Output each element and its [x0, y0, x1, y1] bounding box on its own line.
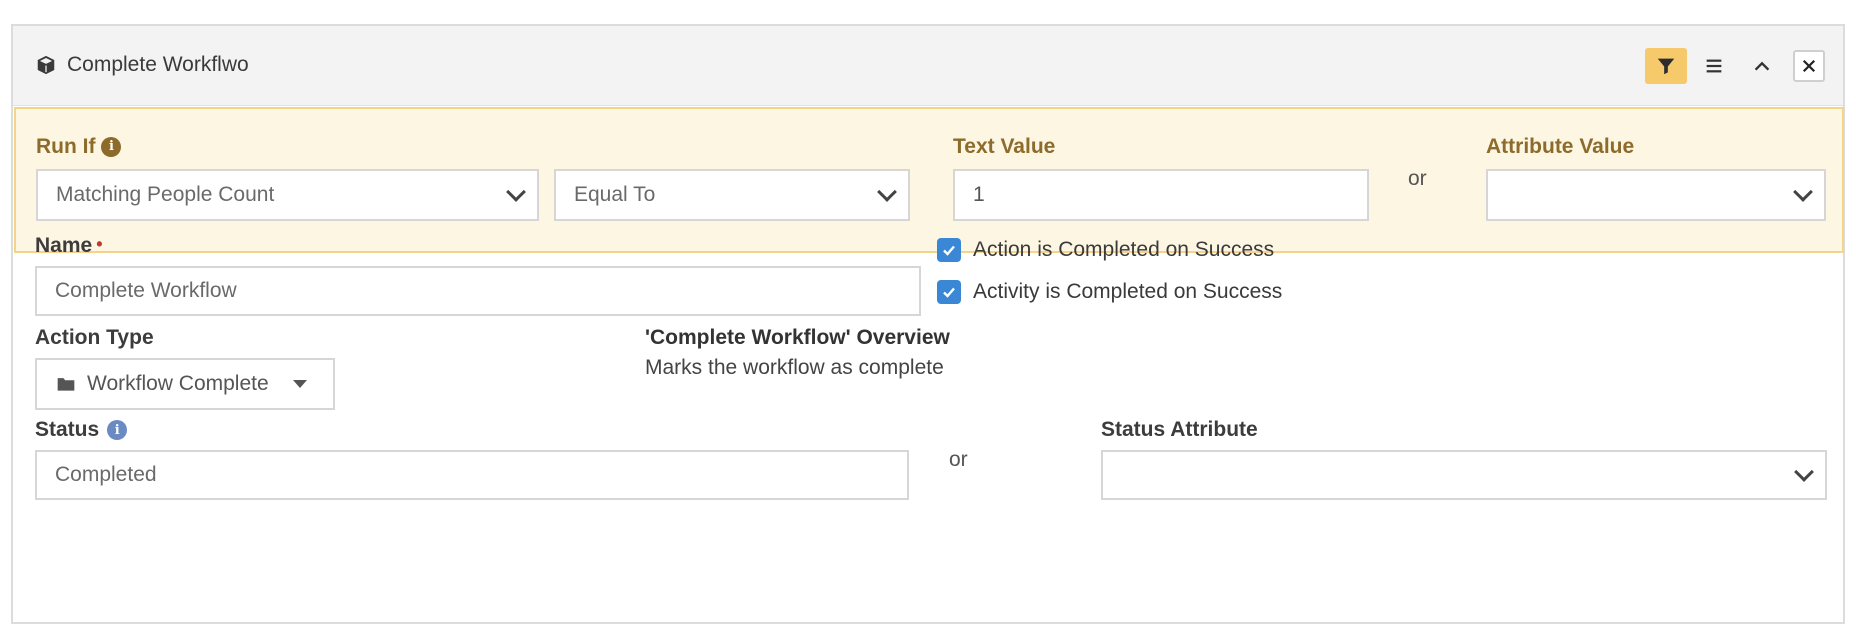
attribute-value-select[interactable]	[1486, 169, 1826, 221]
action-type-value: Workflow Complete	[87, 372, 269, 395]
name-input-value: Complete Workflow	[55, 279, 237, 302]
activity-completed-checkbox-row[interactable]: Activity is Completed on Success	[937, 280, 1282, 304]
overview-text: Marks the workflow as complete	[645, 356, 944, 379]
folder-icon	[57, 378, 75, 391]
panel-title-text: Complete Workflwo	[67, 53, 249, 76]
text-value-input[interactable]: 1	[953, 169, 1369, 221]
condition-select-value: Matching People Count	[56, 183, 275, 206]
activity-completed-checkbox[interactable]	[937, 280, 961, 304]
required-indicator: •	[96, 234, 103, 254]
chevron-down-icon	[1794, 462, 1814, 482]
chevron-up-icon	[1754, 61, 1770, 71]
name-label: Name •	[35, 234, 103, 258]
action-type-label: Action Type	[35, 326, 154, 349]
overview-title: 'Complete Workflow' Overview	[645, 326, 950, 349]
filter-icon	[1657, 58, 1675, 75]
attribute-value-label: Attribute Value	[1486, 135, 1635, 158]
operator-select[interactable]: Equal To	[554, 169, 910, 221]
action-type-picker[interactable]: Workflow Complete	[35, 358, 335, 410]
action-completed-checkbox-row[interactable]: Action is Completed on Success	[937, 238, 1274, 262]
workflow-action-panel: Complete Workflwo Run If i Matching Peop…	[11, 24, 1845, 624]
action-completed-checkbox[interactable]	[937, 238, 961, 262]
run-if-or-text: or	[1408, 167, 1427, 190]
status-label: Status i	[35, 418, 128, 442]
status-label-text: Status	[35, 418, 100, 441]
chevron-down-icon	[1793, 182, 1813, 202]
close-button[interactable]	[1793, 50, 1825, 82]
cube-icon	[37, 55, 55, 75]
checkmark-icon	[943, 287, 955, 298]
text-value-label: Text Value	[953, 135, 1056, 158]
caret-down-icon	[292, 380, 307, 388]
checkmark-icon	[943, 245, 955, 256]
panel-header[interactable]: Complete Workflwo	[13, 26, 1843, 106]
panel-title: Complete Workflwo	[35, 50, 249, 80]
status-attribute-label: Status Attribute	[1101, 418, 1258, 441]
close-icon	[1802, 59, 1816, 73]
collapse-button[interactable]	[1741, 48, 1783, 84]
run-if-label: Run If i	[36, 135, 122, 159]
menu-icon	[1706, 59, 1722, 73]
chevron-down-icon	[506, 182, 526, 202]
status-or-text: or	[949, 448, 968, 471]
status-input[interactable]: Completed	[35, 450, 909, 500]
filter-button[interactable]	[1645, 48, 1687, 84]
info-icon[interactable]: i	[107, 420, 128, 441]
name-label-text: Name	[35, 234, 93, 257]
header-actions	[1645, 48, 1825, 84]
status-attribute-select[interactable]	[1101, 450, 1827, 500]
activity-completed-label: Activity is Completed on Success	[973, 280, 1283, 303]
run-if-section: Run If i Matching People Count Equal To T…	[14, 107, 1844, 253]
info-icon[interactable]: i	[101, 137, 122, 158]
run-if-label-text: Run If	[36, 135, 96, 158]
menu-button[interactable]	[1693, 48, 1735, 84]
condition-select[interactable]: Matching People Count	[36, 169, 539, 221]
chevron-down-icon	[877, 182, 897, 202]
action-completed-label: Action is Completed on Success	[973, 238, 1275, 261]
operator-select-value: Equal To	[574, 183, 656, 206]
name-input[interactable]: Complete Workflow	[35, 266, 921, 316]
text-value-input-value: 1	[973, 183, 985, 206]
status-input-value: Completed	[55, 463, 157, 486]
